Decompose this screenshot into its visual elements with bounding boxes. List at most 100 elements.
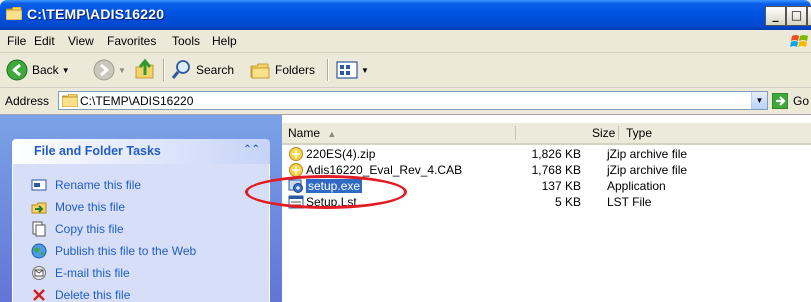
file-type: jZip archive file <box>607 163 688 177</box>
menu-favorites[interactable]: Favorites <box>107 34 156 48</box>
search-label: Search <box>196 63 235 77</box>
menu-edit[interactable]: Edit <box>34 34 55 48</box>
file-name: Setup.Lst <box>306 195 357 209</box>
windows-logo-icon <box>790 35 808 47</box>
task-group-title: File and Folder Tasks <box>34 144 161 158</box>
file-type: LST File <box>607 195 652 209</box>
back-label: Back <box>32 63 59 77</box>
file-name: setup.exe <box>306 179 363 193</box>
views-icon <box>336 61 358 79</box>
task-label: Copy this file <box>55 222 124 236</box>
file-type: Application <box>607 179 666 193</box>
task-rename[interactable]: Rename this file <box>31 176 141 194</box>
column-divider[interactable] <box>515 126 516 140</box>
search-icon <box>171 60 190 79</box>
email-icon <box>32 266 46 280</box>
task-group-header[interactable]: File and Folder Tasks ⌃⌃ <box>12 139 270 164</box>
folder-icon <box>62 94 78 107</box>
task-copy[interactable]: Copy this file <box>31 220 124 238</box>
forward-arrow-icon <box>93 59 115 81</box>
file-name-cell: 220ES(4).zip <box>288 146 375 162</box>
address-dropdown-button[interactable]: ▼ <box>751 92 767 109</box>
task-delete[interactable]: Delete this file <box>31 286 130 302</box>
folders-button[interactable]: Folders <box>249 53 315 87</box>
folders-icon <box>250 63 270 79</box>
delete-icon <box>33 289 45 301</box>
menu-file[interactable]: File <box>7 34 26 48</box>
address-label: Address <box>5 94 50 108</box>
menu-view[interactable]: View <box>68 34 94 48</box>
go-label: Go <box>793 94 810 108</box>
up-folder-icon <box>135 59 154 79</box>
minimize-button[interactable]: _ <box>765 6 786 26</box>
menu-help[interactable]: Help <box>212 34 237 48</box>
task-pane: File and Folder Tasks ⌃⌃ Rename this fil… <box>0 115 282 302</box>
forward-button[interactable]: ▼ <box>93 53 126 87</box>
task-publish[interactable]: Publish this file to the Web <box>31 242 196 260</box>
file-size: 1,768 KB <box>531 163 581 177</box>
sort-ascending-icon: ▲ <box>327 129 337 139</box>
chevron-down-icon[interactable]: ▼ <box>62 66 70 75</box>
menu-bar: File Edit View Favorites Tools Help <box>0 30 811 53</box>
task-label: Rename this file <box>55 178 142 192</box>
file-size: 5 KB <box>554 195 581 209</box>
file-row[interactable]: Adis16220_Eval_Rev_4.CAB 1,768 KB jZip a… <box>282 162 811 178</box>
file-size: 137 KB <box>541 179 581 193</box>
column-type[interactable]: Type <box>626 126 652 140</box>
file-name: 220ES(4).zip <box>306 147 376 161</box>
search-button[interactable]: Search <box>170 53 234 87</box>
file-name-cell: Setup.Lst <box>288 194 357 210</box>
folder-icon <box>6 7 22 20</box>
task-email[interactable]: E-mail this file <box>31 264 130 282</box>
toolbar: Back ▼ ▼ Search Folders ▼ <box>0 53 811 88</box>
task-label: Move this file <box>55 200 126 214</box>
file-folder-tasks-group: File and Folder Tasks ⌃⌃ Rename this fil… <box>12 129 270 302</box>
task-move[interactable]: Move this file <box>31 198 125 216</box>
address-bar: Address C:\TEMP\ADIS16220 ▼ Go <box>0 88 811 115</box>
window-title: C:\TEMP\ADIS16220 <box>27 6 165 22</box>
menu-tools[interactable]: Tools <box>172 34 200 48</box>
back-button[interactable]: Back ▼ <box>6 53 70 87</box>
column-name[interactable]: Name ▲ <box>288 126 336 140</box>
chevron-down-icon[interactable]: ▼ <box>118 66 126 75</box>
file-row[interactable]: 220ES(4).zip 1,826 KB jZip archive file <box>282 146 811 162</box>
file-name-cell: Adis16220_Eval_Rev_4.CAB <box>288 162 462 178</box>
go-button[interactable]: Go <box>772 92 809 110</box>
collapse-icon[interactable]: ⌃⌃ <box>243 144 260 155</box>
address-value: C:\TEMP\ADIS16220 <box>80 94 194 108</box>
file-row[interactable]: Setup.Lst 5 KB LST File <box>282 194 811 210</box>
column-header: Name ▲ Size Type <box>282 123 811 145</box>
move-icon <box>31 202 47 214</box>
up-folder-button[interactable] <box>134 53 156 87</box>
file-list: Name ▲ Size Type 220ES(4).zip 1,826 KB j… <box>282 115 811 302</box>
explorer-window: C:\TEMP\ADIS16220 _ □ X File Edit View F… <box>0 0 811 302</box>
lst-icon <box>288 195 304 209</box>
zip-icon <box>289 163 303 177</box>
zip-icon <box>289 147 303 161</box>
task-group-body: Rename this file Move this file Copy thi… <box>12 164 270 302</box>
go-arrow-icon <box>772 93 788 109</box>
file-row-selected[interactable]: setup.exe 137 KB Application <box>282 178 811 194</box>
back-arrow-icon <box>6 59 28 81</box>
copy-icon <box>32 221 46 237</box>
column-size[interactable]: Size <box>592 126 615 140</box>
maximize-button[interactable]: □ <box>786 6 807 26</box>
column-divider[interactable] <box>618 126 619 140</box>
setup-icon <box>288 179 303 193</box>
rename-icon <box>31 179 47 191</box>
task-label: Publish this file to the Web <box>55 244 197 258</box>
toolbar-separator <box>163 59 165 81</box>
file-type: jZip archive file <box>607 147 688 161</box>
folders-label: Folders <box>275 63 316 77</box>
address-input[interactable]: C:\TEMP\ADIS16220 ▼ <box>58 91 768 110</box>
close-button[interactable]: X <box>807 6 811 26</box>
file-name-cell: setup.exe <box>288 178 363 194</box>
task-label: E-mail this file <box>55 266 130 280</box>
task-label: Delete this file <box>55 288 131 302</box>
globe-icon <box>31 243 47 259</box>
title-bar[interactable]: C:\TEMP\ADIS16220 _ □ X <box>0 0 811 30</box>
toolbar-separator <box>327 59 329 81</box>
chevron-down-icon[interactable]: ▼ <box>361 66 369 75</box>
file-name: Adis16220_Eval_Rev_4.CAB <box>306 163 463 177</box>
views-button[interactable]: ▼ <box>336 53 369 87</box>
